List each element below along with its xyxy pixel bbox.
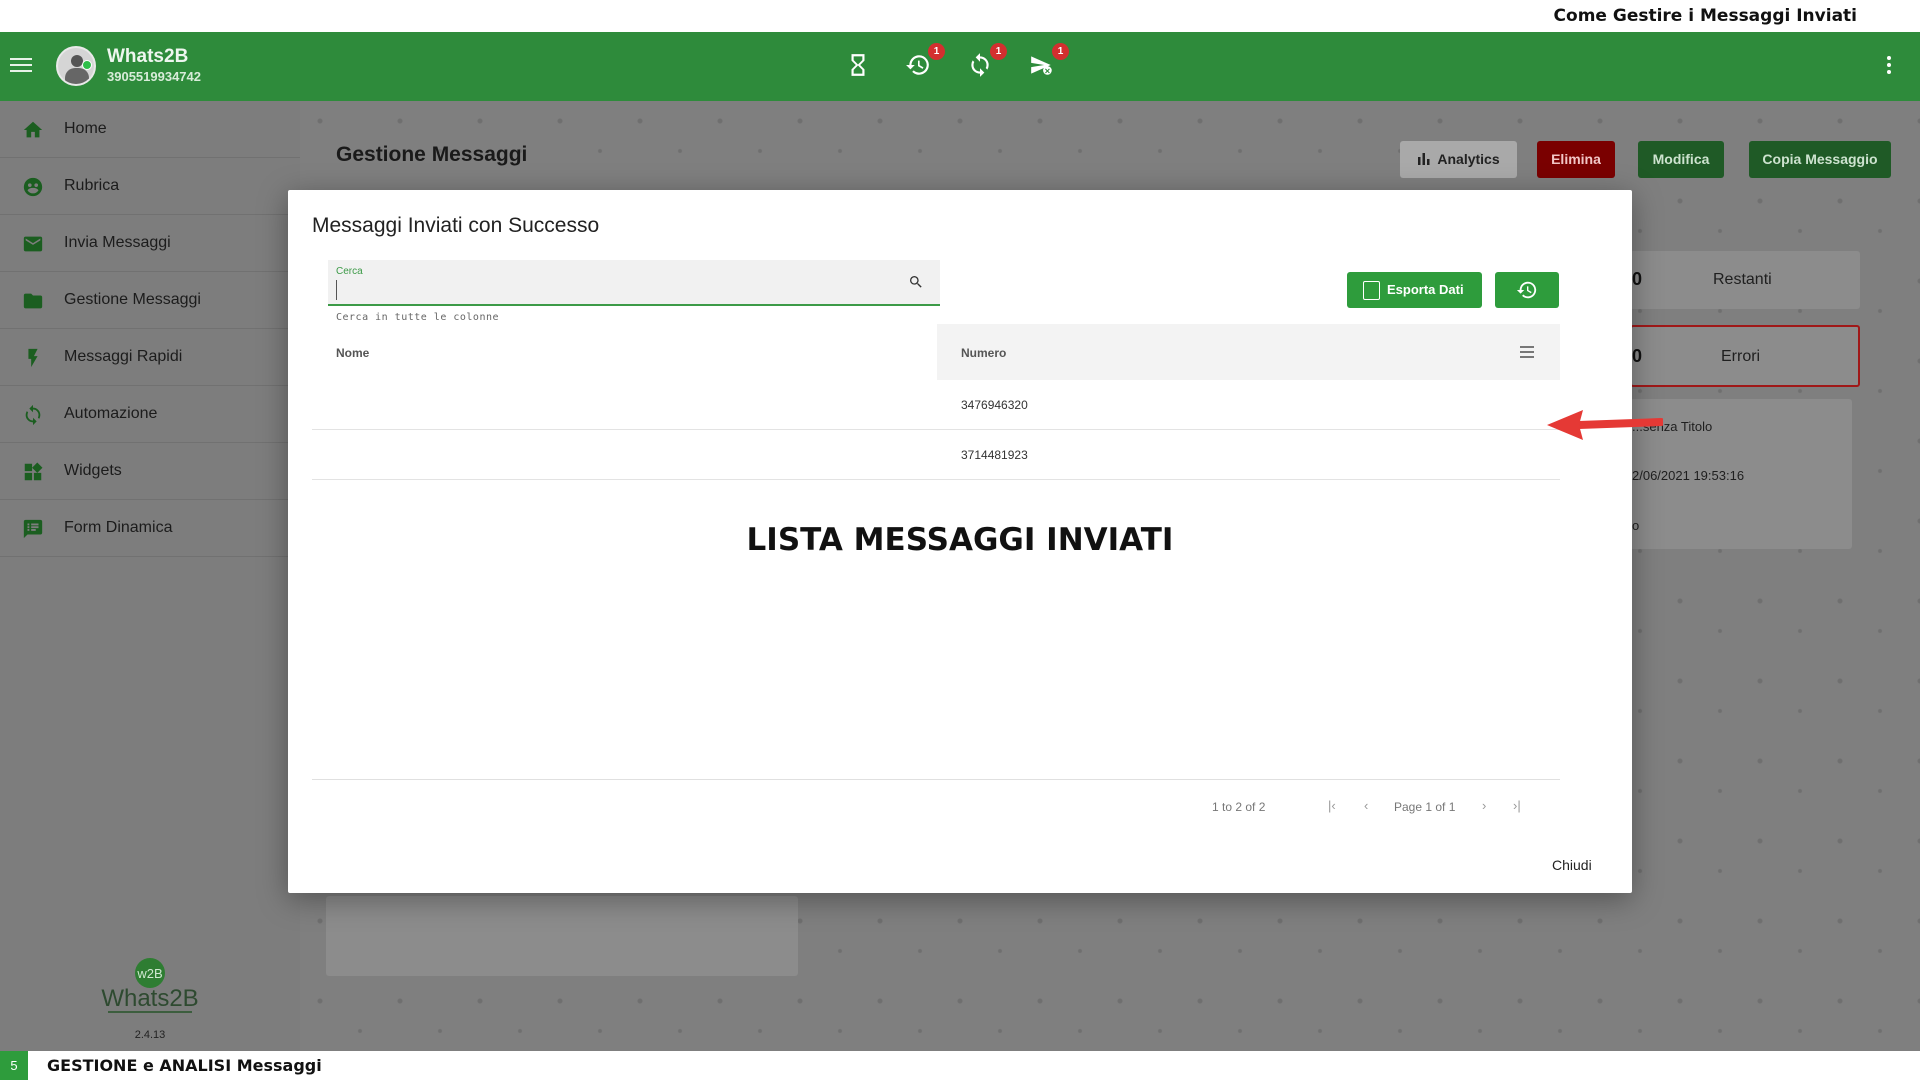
- sidebar-item-label: Widgets: [64, 462, 122, 479]
- whatsapp-status-icon: [82, 60, 92, 70]
- sidebar-item-invia-messaggi[interactable]: Invia Messaggi: [0, 215, 300, 272]
- mail-icon: [22, 233, 44, 255]
- cell-numero: 3476946320: [961, 398, 1028, 412]
- search-label: Cerca: [336, 266, 363, 277]
- sync-icon: [22, 404, 44, 426]
- search-hint: Cerca in tutte le colonne: [336, 312, 500, 323]
- folder-icon: [22, 290, 44, 312]
- cell-numero: 3714481923: [961, 448, 1028, 462]
- last-page-icon[interactable]: ›|: [1513, 798, 1521, 813]
- whats2b-logo: w2B Whats2B: [98, 957, 202, 1017]
- restanti-value: 0: [1632, 269, 1643, 289]
- page-title: Gestione Messaggi: [336, 143, 528, 166]
- sidebar: Home Rubrica Invia Messaggi Gestione Mes…: [0, 101, 300, 1051]
- red-arrow-annotation: [1545, 404, 1665, 444]
- message-status: o: [1632, 518, 1640, 533]
- notification-badge: 1: [1052, 43, 1069, 60]
- column-header-label: Nome: [336, 346, 370, 360]
- refresh-icon: [1516, 281, 1537, 299]
- widgets-icon: [22, 461, 44, 483]
- send-cancel-icon[interactable]: 1: [1029, 43, 1069, 80]
- refresh-button[interactable]: [1495, 272, 1559, 308]
- app-version: 2.4.13: [134, 1029, 166, 1041]
- errori-value: 0: [1632, 346, 1643, 366]
- account-phone: 3905519934742: [107, 69, 201, 84]
- export-data-button[interactable]: Esporta Dati: [1347, 272, 1482, 308]
- csv-file-icon: [1363, 281, 1380, 300]
- avatar[interactable]: [56, 46, 96, 86]
- next-page-icon[interactable]: ›: [1482, 798, 1486, 813]
- more-options-icon[interactable]: [1886, 56, 1892, 78]
- bottom-caption-text: GESTIONE e ANALISI Messaggi: [47, 1056, 322, 1075]
- sent-messages-dialog: Messaggi Inviati con Successo Cerca Cerc…: [288, 190, 1632, 893]
- background-card: [326, 896, 798, 976]
- sidebar-item-automazione[interactable]: Automazione: [0, 386, 300, 443]
- analytics-label: Analytics: [1437, 151, 1500, 167]
- sidebar-item-label: Home: [64, 120, 107, 137]
- search-input[interactable]: [336, 280, 896, 300]
- form-icon: [22, 518, 44, 540]
- sidebar-item-messaggi-rapidi[interactable]: Messaggi Rapidi: [0, 329, 300, 386]
- sidebar-item-label: Gestione Messaggi: [64, 291, 201, 308]
- column-header-numero[interactable]: Numero: [937, 324, 1560, 380]
- edit-button[interactable]: Modifica: [1638, 141, 1724, 178]
- previous-page-icon[interactable]: ‹: [1364, 798, 1368, 813]
- sidebar-item-label: Rubrica: [64, 177, 120, 194]
- sync-icon[interactable]: 1: [967, 43, 1007, 80]
- table-row[interactable]: 3714481923: [312, 431, 1560, 480]
- bolt-icon: [22, 347, 44, 369]
- top-caption-text: Come Gestire i Messaggi Inviati: [1553, 6, 1857, 26]
- notification-badge: 1: [928, 43, 945, 60]
- table-row[interactable]: 3476946320: [312, 381, 1560, 430]
- slide-number: 5: [0, 1051, 28, 1080]
- sidebar-item-label: Form Dinamica: [64, 519, 173, 536]
- table-header: Nome Numero: [312, 324, 1560, 380]
- sidebar-item-label: Invia Messaggi: [64, 234, 171, 251]
- sidebar-item-form-dinamica[interactable]: Form Dinamica: [0, 500, 300, 557]
- search-icon[interactable]: [908, 274, 924, 290]
- errori-label: Errori: [1721, 348, 1761, 365]
- first-page-icon[interactable]: |‹: [1328, 798, 1336, 813]
- history-icon[interactable]: 1: [905, 43, 945, 80]
- logo-text: Whats2B: [101, 985, 198, 1012]
- sidebar-item-gestione-messaggi[interactable]: Gestione Messaggi: [0, 272, 300, 329]
- brand-name: Whats2B: [107, 46, 189, 67]
- hamburger-menu-icon[interactable]: [10, 54, 32, 76]
- delete-button[interactable]: Elimina: [1537, 141, 1615, 178]
- sidebar-item-home[interactable]: Home: [0, 101, 300, 158]
- close-button[interactable]: Chiudi: [1552, 857, 1592, 873]
- export-label: Esporta Dati: [1387, 282, 1464, 297]
- pager-page-text: Page 1 of 1: [1394, 800, 1456, 814]
- contacts-icon: [22, 176, 44, 198]
- message-date: 2/06/2021 19:53:16: [1632, 468, 1745, 483]
- column-header-nome[interactable]: Nome: [312, 324, 937, 380]
- app-bar: Whats2B 3905519934742 1 1 1: [0, 32, 1920, 101]
- analytics-button[interactable]: Analytics: [1400, 141, 1517, 178]
- copy-message-button[interactable]: Copia Messaggio: [1749, 141, 1891, 178]
- sidebar-item-rubrica[interactable]: Rubrica: [0, 158, 300, 215]
- overlay-caption: LISTA MESSAGGI INVIATI: [746, 522, 1174, 558]
- sidebar-item-label: Automazione: [64, 405, 158, 422]
- restanti-label: Restanti: [1713, 271, 1772, 288]
- column-menu-icon[interactable]: [1520, 346, 1534, 358]
- bar-chart-icon: [1417, 142, 1431, 165]
- pager-summary: 1 to 2 of 2: [1212, 800, 1266, 814]
- column-header-label: Numero: [961, 346, 1007, 360]
- logo-mark: w2B: [136, 966, 162, 981]
- home-icon: [22, 119, 44, 141]
- notification-badge: 1: [990, 43, 1007, 60]
- hourglass-icon[interactable]: [845, 52, 873, 80]
- top-caption: Come Gestire i Messaggi Inviati: [0, 0, 1920, 32]
- sidebar-item-widgets[interactable]: Widgets: [0, 443, 300, 500]
- dialog-title: Messaggi Inviati con Successo: [312, 214, 600, 237]
- bottom-caption: 5 GESTIONE e ANALISI Messaggi: [0, 1051, 1920, 1080]
- table-footer-divider: [312, 779, 1560, 780]
- sidebar-item-label: Messaggi Rapidi: [64, 348, 183, 365]
- search-field[interactable]: Cerca: [328, 260, 940, 306]
